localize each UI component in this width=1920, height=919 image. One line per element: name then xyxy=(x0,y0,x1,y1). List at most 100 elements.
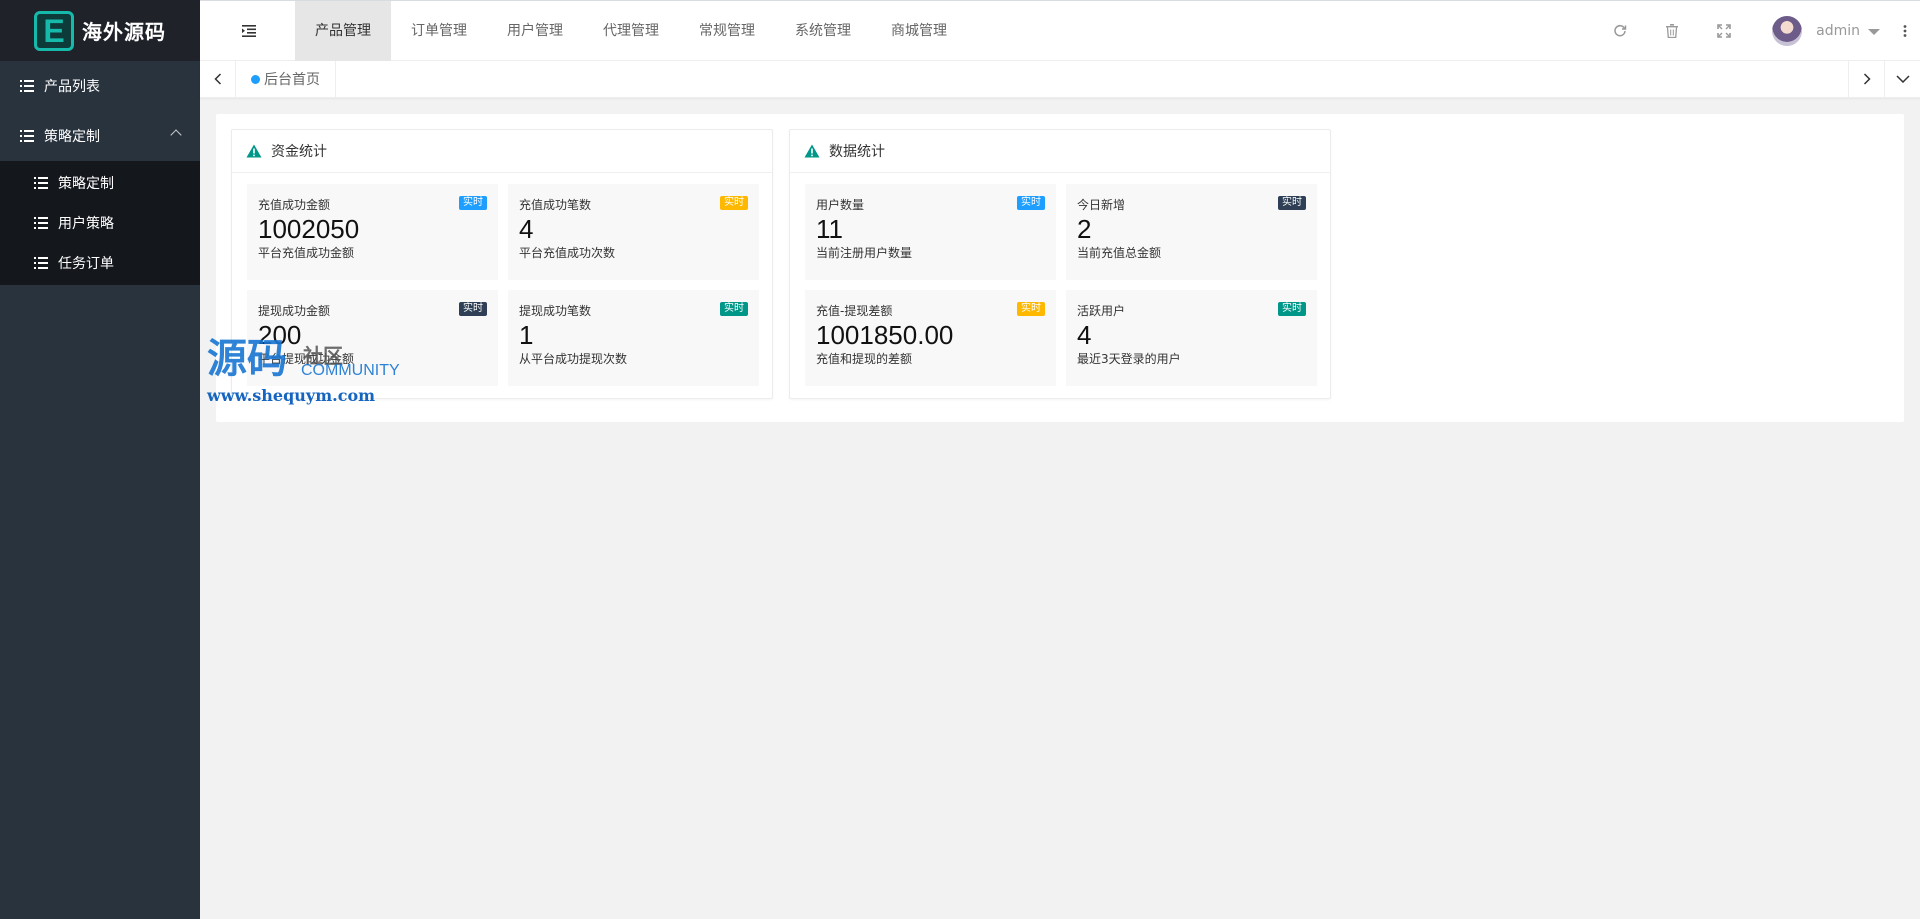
realtime-badge: 实时 xyxy=(1017,302,1045,316)
list-icon xyxy=(20,80,34,92)
chevron-down-icon xyxy=(1895,75,1910,83)
stat-value: 200 xyxy=(258,320,302,350)
trash-icon xyxy=(1666,24,1679,38)
stat-card-active-users: 活跃用户 实时 4 最近3天登录的用户 xyxy=(1066,290,1317,386)
tab-scroll-right-button[interactable] xyxy=(1848,61,1884,97)
tab-home-label: 后台首页 xyxy=(264,72,320,88)
stat-label: 活跃用户 xyxy=(1077,304,1126,318)
panel-data-statistics: 数据统计 用户数量 实时 11 当前注册用户数量 今日新增 实时 2 当前充值总… xyxy=(789,129,1331,399)
refresh-icon xyxy=(1614,24,1627,37)
header-tools: admin xyxy=(1594,1,1920,61)
stat-value: 2 xyxy=(1077,214,1092,244)
nav-user-management[interactable]: 用户管理 xyxy=(487,1,583,61)
nav-order-management[interactable]: 订单管理 xyxy=(391,1,487,61)
active-dot xyxy=(251,74,260,84)
realtime-badge: 实时 xyxy=(1017,196,1045,210)
nav-product-management[interactable]: 产品管理 xyxy=(295,1,391,61)
stat-value: 1 xyxy=(519,320,534,350)
stat-card-withdraw-count: 提现成功笔数 实时 1 从平台成功提现次数 xyxy=(508,290,759,386)
user-menu[interactable]: admin xyxy=(1750,1,1890,61)
sidebar-subitem-strategy-custom[interactable]: 策略定制 xyxy=(0,163,200,203)
chevron-up-icon xyxy=(170,129,182,141)
panel-title: 数据统计 xyxy=(829,144,885,160)
stat-card-user-count: 用户数量 实时 11 当前注册用户数量 xyxy=(805,184,1056,280)
stat-value: 1001850.00 xyxy=(816,320,954,350)
clear-cache-button[interactable] xyxy=(1646,1,1698,61)
stat-card-recharge-count: 充值成功笔数 实时 4 平台充值成功次数 xyxy=(508,184,759,280)
stat-description: 最近3天登录的用户 xyxy=(1077,352,1181,366)
list-icon xyxy=(34,217,48,229)
panel-header: 资金统计 xyxy=(232,130,772,173)
chevron-right-icon xyxy=(1863,73,1871,85)
stat-description: 平台提现成功金额 xyxy=(258,352,355,366)
panel-title: 资金统计 xyxy=(271,144,327,160)
stat-card-withdraw-amount: 提现成功金额 实时 200 平台提现成功金额 xyxy=(247,290,498,386)
stat-card-recharge-amount: 充值成功金额 实时 1002050 平台充值成功金额 xyxy=(247,184,498,280)
tab-options-button[interactable] xyxy=(1884,61,1920,97)
sidebar-item-product-list[interactable]: 产品列表 xyxy=(0,61,200,111)
nav-general-management[interactable]: 常规管理 xyxy=(679,1,775,61)
refresh-button[interactable] xyxy=(1594,1,1646,61)
dashboard-content: 资金统计 充值成功金额 实时 1002050 平台充值成功金额 充值成功笔数 实… xyxy=(216,114,1904,422)
logo[interactable]: E 海外源码 xyxy=(0,0,200,61)
nav-system-management[interactable]: 系统管理 xyxy=(775,1,871,61)
stat-description: 平台充值成功次数 xyxy=(519,246,616,260)
sidebar-subitem-label: 策略定制 xyxy=(58,176,114,192)
stat-description: 当前注册用户数量 xyxy=(816,246,913,260)
stat-label: 用户数量 xyxy=(816,198,865,212)
stat-description: 平台充值成功金额 xyxy=(258,246,355,260)
realtime-badge: 实时 xyxy=(1278,302,1306,316)
user-name: admin xyxy=(1816,23,1860,39)
stat-value: 1002050 xyxy=(258,214,360,244)
sidebar-subitem-user-strategy[interactable]: 用户策略 xyxy=(0,203,200,243)
top-nav: 产品管理 订单管理 用户管理 代理管理 常规管理 系统管理 商城管理 xyxy=(295,1,967,61)
stat-label: 充值成功金额 xyxy=(258,198,331,212)
realtime-badge: 实时 xyxy=(720,196,748,210)
sidebar-subitem-label: 任务订单 xyxy=(58,256,114,272)
panel-funds-statistics: 资金统计 充值成功金额 实时 1002050 平台充值成功金额 充值成功笔数 实… xyxy=(231,129,773,399)
stat-label: 充值成功笔数 xyxy=(519,198,592,212)
nav-agent-management[interactable]: 代理管理 xyxy=(583,1,679,61)
stat-description: 从平台成功提现次数 xyxy=(519,352,628,366)
stat-description: 充值和提现的差额 xyxy=(816,352,913,366)
avatar xyxy=(1772,16,1803,46)
logo-mark: E xyxy=(34,10,74,51)
stat-description: 当前充值总金额 xyxy=(1077,246,1162,260)
realtime-badge: 实时 xyxy=(720,302,748,316)
warning-icon xyxy=(804,144,820,158)
sidebar-subitem-task-orders[interactable]: 任务订单 xyxy=(0,243,200,283)
more-button[interactable] xyxy=(1890,1,1920,61)
more-vertical-icon xyxy=(1903,25,1907,37)
stat-label: 今日新增 xyxy=(1077,198,1126,212)
sidebar-item-label: 产品列表 xyxy=(44,79,100,95)
realtime-badge: 实时 xyxy=(459,302,487,316)
stat-label: 充值-提现差额 xyxy=(816,304,893,318)
stat-value: 4 xyxy=(519,214,534,244)
tab-bar: 后台首页 xyxy=(200,61,1920,98)
submenu-strategy: 策略定制 用户策略 任务订单 xyxy=(0,161,200,285)
top-header: 产品管理 订单管理 用户管理 代理管理 常规管理 系统管理 商城管理 admin xyxy=(200,0,1920,61)
sidebar: E 海外源码 产品列表 策略定制 策略定制 用户策略 任务订单 xyxy=(0,0,200,919)
fullscreen-button[interactable] xyxy=(1698,1,1750,61)
sidebar-item-label: 策略定制 xyxy=(44,129,100,145)
caret-down-icon xyxy=(1868,29,1880,35)
stat-label: 提现成功金额 xyxy=(258,304,331,318)
realtime-badge: 实时 xyxy=(1278,196,1306,210)
realtime-badge: 实时 xyxy=(459,196,487,210)
stat-value: 4 xyxy=(1077,320,1092,350)
list-icon xyxy=(34,257,48,269)
sidebar-subitem-label: 用户策略 xyxy=(58,216,114,232)
warning-icon xyxy=(246,144,262,158)
stat-value: 11 xyxy=(816,214,843,244)
nav-mall-management[interactable]: 商城管理 xyxy=(871,1,967,61)
list-icon xyxy=(20,130,34,142)
tab-scroll-left-button[interactable] xyxy=(200,61,236,97)
tab-home[interactable]: 后台首页 xyxy=(236,61,336,97)
logo-text: 海外源码 xyxy=(82,20,166,44)
panel-header: 数据统计 xyxy=(790,130,1330,173)
list-icon xyxy=(34,177,48,189)
sidebar-item-strategy[interactable]: 策略定制 xyxy=(0,111,200,161)
stat-card-recharge-withdraw-diff: 充值-提现差额 实时 1001850.00 充值和提现的差额 xyxy=(805,290,1056,386)
stat-card-new-today: 今日新增 实时 2 当前充值总金额 xyxy=(1066,184,1317,280)
menu-fold-icon[interactable] xyxy=(242,25,256,37)
